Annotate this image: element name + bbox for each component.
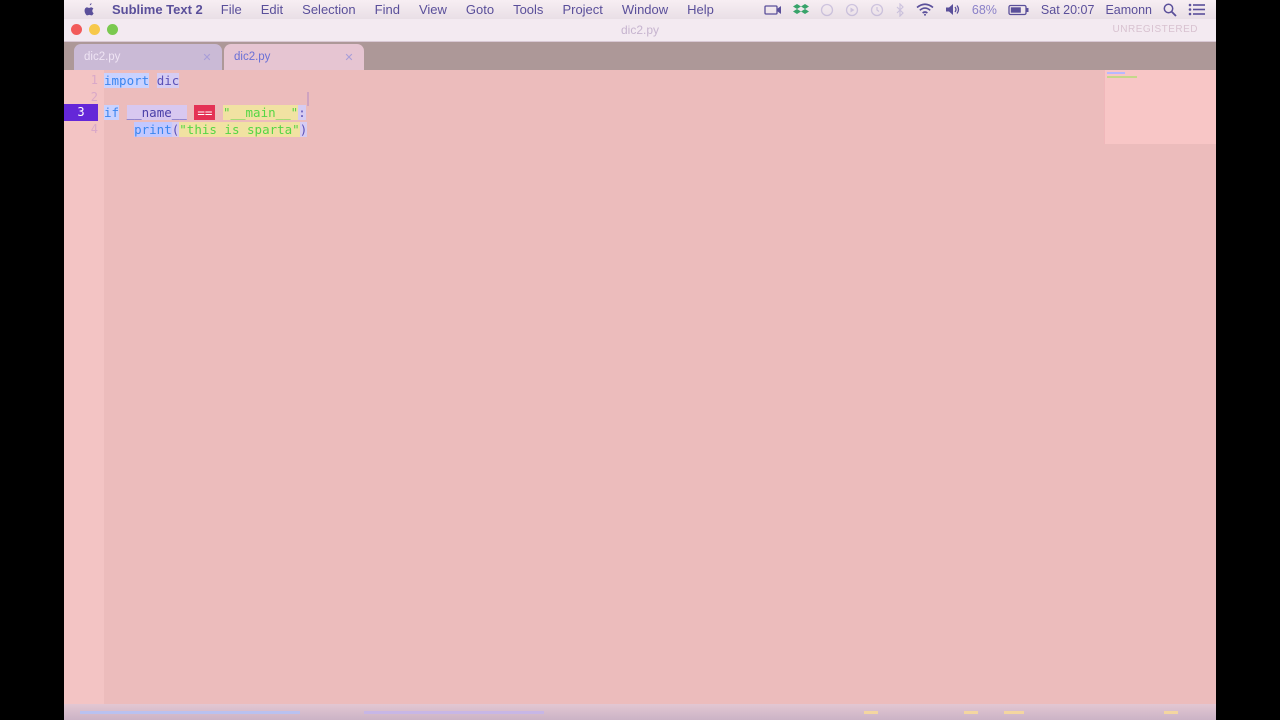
status-bar xyxy=(64,704,1216,720)
code-line[interactable]: print("this is sparta") xyxy=(104,121,308,138)
menu-edit[interactable]: Edit xyxy=(261,2,283,17)
battery-percent: 68% xyxy=(971,2,997,17)
menu-tools[interactable]: Tools xyxy=(513,2,543,17)
code-line[interactable]: import dic xyxy=(104,72,180,89)
tab-label: dic2.py xyxy=(84,51,121,63)
tab-label: dic2.py xyxy=(234,51,271,63)
screen: Sublime Text 2 File Edit Selection Find … xyxy=(64,0,1216,720)
screen-record-icon[interactable] xyxy=(764,4,782,16)
search-icon[interactable] xyxy=(1163,3,1177,17)
battery-icon[interactable] xyxy=(1008,4,1030,16)
sync-icon[interactable] xyxy=(820,3,834,17)
menu-view[interactable]: View xyxy=(419,2,447,17)
notification-list-icon[interactable] xyxy=(1188,3,1206,16)
code-token: "__main__" xyxy=(222,105,299,120)
code-token: "this is sparta" xyxy=(179,122,300,137)
status-menus: 68% Sat 20:07 Eamonn xyxy=(764,0,1206,19)
window-title: dic2.py xyxy=(620,23,660,37)
clock[interactable]: Sat 20:07 xyxy=(1041,3,1095,17)
code-token: if xyxy=(104,105,120,120)
code-token: ) xyxy=(299,122,308,137)
wifi-icon[interactable] xyxy=(916,3,934,16)
apple-icon[interactable] xyxy=(82,2,96,18)
menu-find[interactable]: Find xyxy=(375,2,400,17)
window-titlebar: dic2.py UNREGISTERED xyxy=(64,19,1216,42)
menu-selection[interactable]: Selection xyxy=(302,2,355,17)
tab-close-icon[interactable]: ✕ xyxy=(200,50,214,64)
code-token: dic xyxy=(156,73,180,88)
dropbox-icon[interactable] xyxy=(792,3,809,17)
code-token: import xyxy=(104,73,150,88)
code-token: : xyxy=(298,105,306,120)
tab-dic2-active[interactable]: dic2.py ✕ xyxy=(224,44,364,70)
line-number: 1 xyxy=(90,73,98,87)
app-menu-name[interactable]: Sublime Text 2 xyxy=(112,2,203,17)
code-editor[interactable]: import dic if __name__ == "__main__": pr… xyxy=(104,70,1104,700)
line-number: 4 xyxy=(90,122,98,136)
tab-dic2-inactive[interactable]: dic2.py ✕ xyxy=(74,44,222,70)
menu-goto[interactable]: Goto xyxy=(466,2,494,17)
menu-window[interactable]: Window xyxy=(622,2,668,17)
tab-strip: dic2.py ✕ dic2.py ✕ xyxy=(64,42,1216,70)
minimap[interactable] xyxy=(1104,70,1216,144)
unregistered-label: UNREGISTERED xyxy=(1112,24,1198,35)
volume-icon[interactable] xyxy=(945,3,961,16)
line-number-gutter: 1 2 3 4 xyxy=(64,70,104,720)
line-number-current: 3 xyxy=(64,104,98,121)
menu-bar: Sublime Text 2 File Edit Selection Find … xyxy=(64,0,1216,19)
media-icon[interactable] xyxy=(845,3,859,17)
tab-close-icon[interactable]: ✕ xyxy=(342,50,356,64)
menu-help[interactable]: Help xyxy=(687,2,714,17)
menu-file[interactable]: File xyxy=(221,2,242,17)
minimap-line xyxy=(1107,76,1137,78)
time-machine-icon[interactable] xyxy=(870,3,884,17)
code-line[interactable]: if __name__ == "__main__": xyxy=(104,104,306,121)
bluetooth-icon[interactable] xyxy=(895,2,905,17)
user-name[interactable]: Eamonn xyxy=(1105,3,1152,17)
text-cursor xyxy=(307,92,309,106)
code-token: == xyxy=(194,105,216,120)
menu-project[interactable]: Project xyxy=(562,2,602,17)
code-token: __name__ xyxy=(126,105,187,120)
code-token: print xyxy=(134,122,172,137)
minimap-line xyxy=(1107,72,1125,74)
